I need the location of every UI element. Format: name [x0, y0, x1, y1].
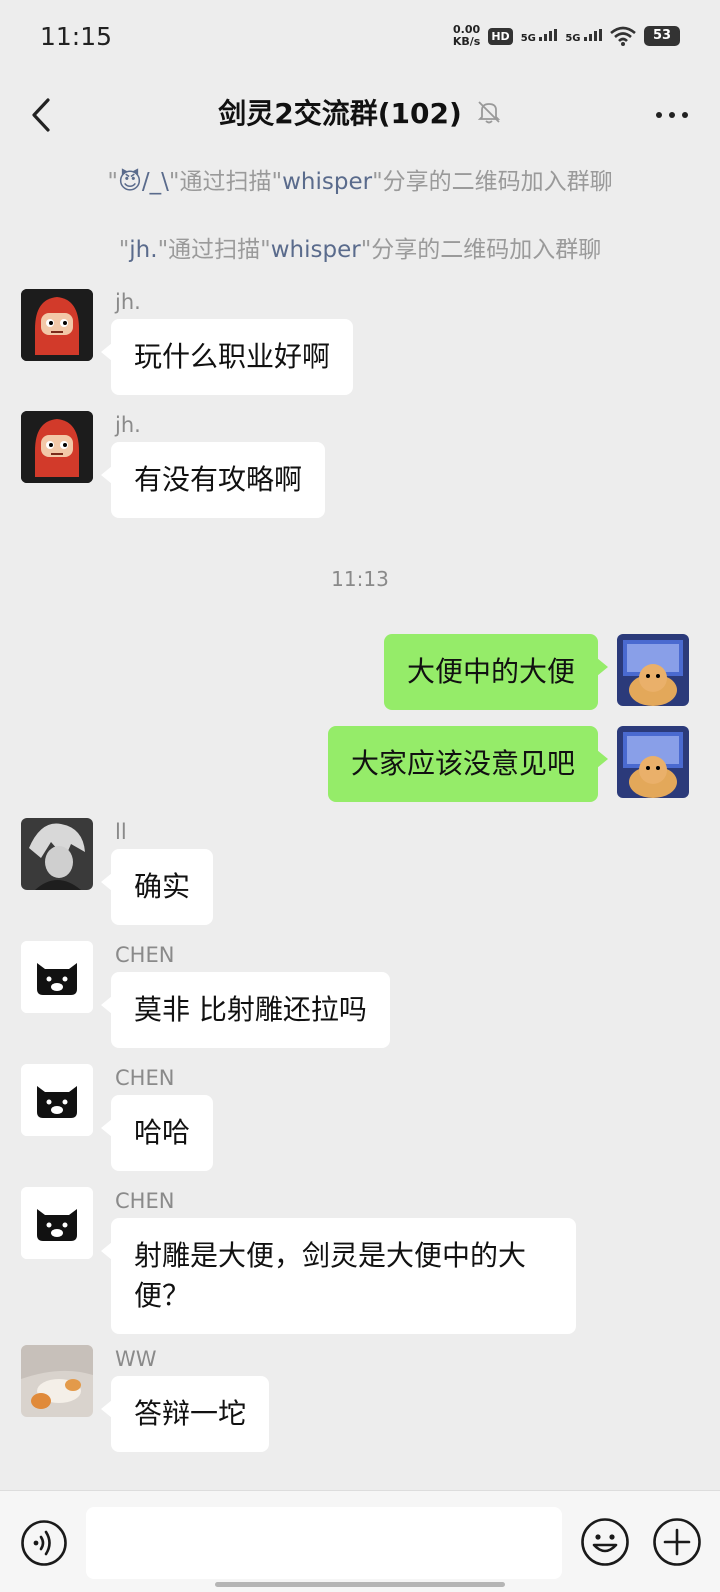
message-bubble-self[interactable]: 大便中的大便 — [383, 634, 609, 710]
inviter-name[interactable]: whisper — [271, 237, 361, 263]
avatar-self[interactable] — [617, 726, 689, 798]
avatar-ww[interactable] — [21, 1345, 93, 1417]
status-time: 11:15 — [40, 22, 113, 51]
plus-icon[interactable] — [652, 1517, 702, 1567]
sender-name: jh. — [115, 413, 141, 437]
message-bubble[interactable]: 莫非 比射雕还拉吗 — [101, 972, 390, 1048]
note-text: "分享的二维码加入群聊 — [360, 237, 602, 263]
avatar-image — [21, 411, 93, 483]
status-bar: 11:15 0.00 KB/s HD 5G 5G 53 — [0, 0, 720, 78]
avatar-image — [21, 1187, 93, 1259]
avatar-chen[interactable] — [21, 941, 93, 1013]
battery-icon: 53 — [644, 26, 680, 46]
sender-name: CHEN — [115, 943, 175, 967]
sender-name: ll — [115, 820, 127, 844]
chat-input-bar — [0, 1490, 720, 1592]
avatar-chen[interactable] — [21, 1187, 93, 1259]
avatar-image — [21, 941, 93, 1013]
message-bubble[interactable]: 玩什么职业好啊 — [100, 319, 354, 395]
message-bubble[interactable]: 确实 — [100, 849, 214, 925]
avatar-image — [21, 818, 93, 890]
message-bubble[interactable]: 哈哈 — [100, 1095, 214, 1171]
wifi-icon — [610, 26, 636, 46]
avatar-image — [617, 634, 689, 706]
home-indicator[interactable] — [215, 1582, 505, 1587]
signal-bars-icon — [539, 28, 558, 41]
message-input[interactable] — [86, 1507, 562, 1579]
avatar-image — [617, 726, 689, 798]
avatar-image — [21, 1345, 93, 1417]
status-icons: 0.00 KB/s HD 5G 5G 53 — [453, 24, 680, 48]
emoji-icon[interactable] — [580, 1517, 630, 1567]
avatar-image — [21, 289, 93, 361]
chat-title: 剑灵2交流群(102) — [218, 97, 462, 130]
system-join-note: "😈/_\"通过扫描"whisper"分享的二维码加入群聊 — [0, 162, 720, 196]
avatar-chen[interactable] — [21, 1064, 93, 1136]
sender-name: jh. — [115, 290, 141, 314]
note-text: "通过扫描" — [157, 237, 271, 263]
sim2-label: 5G — [565, 32, 581, 44]
avatar-ll[interactable] — [21, 818, 93, 890]
sender-name: CHEN — [115, 1189, 175, 1213]
joined-user-name[interactable]: jh. — [129, 237, 157, 263]
signal-icon-sim1: 5G — [520, 28, 558, 44]
chat-header: 剑灵2交流群(102) — [0, 78, 720, 152]
avatar-jh[interactable] — [21, 411, 93, 483]
message-bubble[interactable]: 射雕是大便，剑灵是大便中的大便？ — [101, 1218, 576, 1334]
note-quote: " — [118, 237, 130, 263]
sim1-label: 5G — [520, 32, 536, 44]
avatar-image — [21, 1064, 93, 1136]
note-quote: " — [107, 169, 118, 195]
signal-bars-icon — [584, 28, 602, 41]
network-speed-unit: KB/s — [452, 35, 481, 48]
chat-title-wrap: 剑灵2交流群(102) — [0, 92, 720, 132]
sender-name: CHEN — [115, 1066, 175, 1090]
voice-icon[interactable] — [20, 1519, 68, 1567]
avatar-self[interactable] — [617, 634, 689, 706]
sender-name: WW — [115, 1347, 157, 1371]
system-join-note: "jh."通过扫描"whisper"分享的二维码加入群聊 — [0, 230, 720, 264]
avatar-jh[interactable] — [21, 289, 93, 361]
chat-timestamp: 11:13 — [331, 567, 389, 591]
hd-icon: HD — [488, 27, 513, 45]
message-bubble-self[interactable]: 大家应该没意见吧 — [327, 726, 609, 802]
inviter-name[interactable]: whisper — [282, 169, 372, 195]
note-text: "通过扫描" — [168, 169, 283, 195]
signal-icon-sim2: 5G — [565, 28, 602, 44]
joined-user-name[interactable]: 😈/_\ — [118, 169, 169, 195]
message-bubble[interactable]: 有没有攻略啊 — [100, 442, 326, 518]
network-speed: 0.00 KB/s — [453, 24, 480, 48]
more-icon[interactable] — [652, 100, 692, 130]
mute-bell-icon — [477, 101, 500, 124]
message-bubble[interactable]: 答辩一坨 — [100, 1376, 270, 1452]
note-text: "分享的二维码加入群聊 — [372, 169, 613, 195]
